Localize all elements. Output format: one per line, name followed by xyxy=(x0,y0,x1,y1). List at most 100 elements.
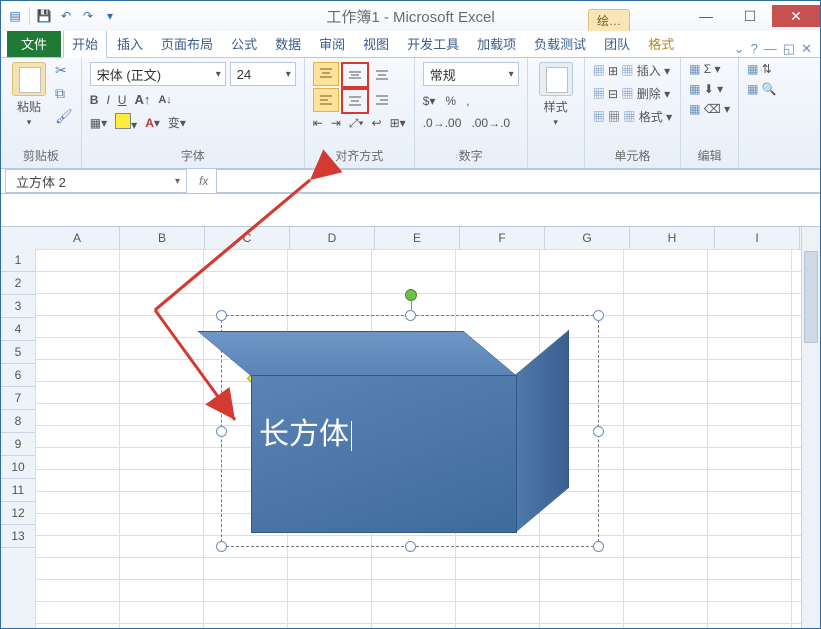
tab-formulas[interactable]: 公式 xyxy=(223,30,265,57)
underline-button[interactable]: U xyxy=(118,93,127,107)
wrap-text-icon[interactable]: ↩ xyxy=(372,116,382,131)
tab-data[interactable]: 数据 xyxy=(267,30,309,57)
bold-button[interactable]: B xyxy=(90,93,99,107)
fill-color-icon[interactable]: ▾ xyxy=(115,113,137,132)
number-format-combo[interactable]: 常规 xyxy=(423,62,519,86)
paste-button[interactable]: 粘贴 ▾ xyxy=(9,62,49,128)
close-button[interactable]: ✕ xyxy=(772,5,820,27)
row-header[interactable]: 13 xyxy=(1,525,35,548)
format-cells-button[interactable]: ▦ 格式 ▾ xyxy=(593,108,672,125)
align-left-button[interactable] xyxy=(313,88,339,112)
row-header[interactable]: 4 xyxy=(1,318,35,341)
tab-loadtest[interactable]: 负载测试 xyxy=(526,30,594,57)
tab-team[interactable]: 团队 xyxy=(596,30,638,57)
resize-handle[interactable] xyxy=(216,310,227,321)
tab-format[interactable]: 格式 xyxy=(640,30,682,57)
tab-addins[interactable]: 加载项 xyxy=(469,30,524,57)
formula-input[interactable] xyxy=(216,169,820,193)
fx-icon[interactable]: fx xyxy=(191,174,216,188)
align-middle-button[interactable] xyxy=(341,62,369,88)
qat-customize-icon[interactable]: ▾ xyxy=(102,8,118,24)
col-header[interactable]: B xyxy=(120,227,205,249)
resize-handle[interactable] xyxy=(593,541,604,552)
align-bottom-button[interactable] xyxy=(369,62,395,86)
select-all-corner[interactable] xyxy=(1,227,36,250)
row-header[interactable]: 1 xyxy=(1,249,35,272)
copy-icon[interactable]: ⧉ xyxy=(55,85,73,102)
tab-review[interactable]: 审阅 xyxy=(311,30,353,57)
fill-icon[interactable]: ⬇ ▾ xyxy=(689,82,730,96)
minimize-button[interactable]: — xyxy=(684,5,728,27)
tab-view[interactable]: 视图 xyxy=(355,30,397,57)
comma-style-icon[interactable]: , xyxy=(466,94,469,108)
cell-styles-button[interactable]: 样式 ▾ xyxy=(536,62,576,128)
mdi-close-icon[interactable]: ✕ xyxy=(801,41,812,57)
col-header[interactable]: H xyxy=(630,227,715,249)
orientation-icon[interactable]: ⤢▾ xyxy=(349,116,364,131)
help-icon[interactable]: ? xyxy=(751,41,758,57)
format-painter-icon[interactable]: 🖌 xyxy=(55,108,73,125)
borders-icon[interactable]: ▦▾ xyxy=(90,116,107,130)
decrease-indent-icon[interactable]: ⇤ xyxy=(313,116,323,131)
row-header[interactable]: 10 xyxy=(1,456,35,479)
font-color-icon[interactable]: A▾ xyxy=(145,116,160,130)
tab-insert[interactable]: 插入 xyxy=(109,30,151,57)
decrease-decimal-icon[interactable]: .00→.0 xyxy=(471,116,510,130)
font-name-combo[interactable]: 宋体 (正文) xyxy=(90,62,226,86)
mdi-restore-icon[interactable]: ◱ xyxy=(783,41,795,57)
accounting-format-icon[interactable]: $▾ xyxy=(423,94,436,108)
col-header[interactable]: A xyxy=(35,227,120,249)
resize-handle[interactable] xyxy=(216,426,227,437)
col-header[interactable]: I xyxy=(715,227,800,249)
row-header[interactable]: 5 xyxy=(1,341,35,364)
worksheet[interactable]: A B C D E F G H I 1 2 3 4 5 6 7 8 9 10 1… xyxy=(1,227,820,628)
font-size-combo[interactable]: 24 xyxy=(230,62,296,86)
align-center-button[interactable] xyxy=(341,88,369,114)
contextual-tab-drawing[interactable]: 绘… xyxy=(588,1,630,31)
shape-cuboid[interactable]: 长方体 xyxy=(221,315,599,547)
increase-font-icon[interactable]: A↑ xyxy=(134,92,150,107)
row-header[interactable]: 8 xyxy=(1,410,35,433)
insert-cells-button[interactable]: ⊞ 插入 ▾ xyxy=(593,62,672,79)
shape-text[interactable]: 长方体 xyxy=(259,409,352,453)
sort-filter-icon[interactable]: ⇅ xyxy=(747,62,777,76)
redo-icon[interactable]: ↷ xyxy=(80,8,96,24)
delete-cells-button[interactable]: ⊟ 删除 ▾ xyxy=(593,85,672,102)
mdi-minimize-icon[interactable]: — xyxy=(764,41,777,57)
row-header[interactable]: 11 xyxy=(1,479,35,502)
find-select-icon[interactable]: 🔍 xyxy=(747,82,777,96)
rotation-handle[interactable] xyxy=(405,289,417,301)
scrollbar-thumb[interactable] xyxy=(804,251,818,343)
percent-icon[interactable]: % xyxy=(445,94,456,108)
row-header[interactable]: 9 xyxy=(1,433,35,456)
save-icon[interactable]: 💾 xyxy=(36,8,52,24)
cells-area[interactable]: 长方体 xyxy=(35,249,802,628)
maximize-button[interactable]: ☐ xyxy=(728,5,772,27)
italic-button[interactable]: I xyxy=(106,93,109,107)
vertical-scrollbar[interactable] xyxy=(801,227,820,628)
tab-developer[interactable]: 开发工具 xyxy=(399,30,467,57)
autosum-icon[interactable]: Σ ▾ xyxy=(689,62,730,76)
resize-handle[interactable] xyxy=(593,426,604,437)
col-header[interactable]: E xyxy=(375,227,460,249)
resize-handle[interactable] xyxy=(405,541,416,552)
increase-decimal-icon[interactable]: .0→.00 xyxy=(423,116,462,130)
col-header[interactable]: G xyxy=(545,227,630,249)
tab-page-layout[interactable]: 页面布局 xyxy=(153,30,221,57)
phonetic-icon[interactable]: 变▾ xyxy=(168,114,186,131)
column-headers[interactable]: A B C D E F G H I xyxy=(35,227,802,250)
align-top-button[interactable] xyxy=(313,62,339,86)
col-header[interactable]: F xyxy=(460,227,545,249)
tab-file[interactable]: 文件 xyxy=(7,30,61,57)
cut-icon[interactable]: ✂ xyxy=(55,62,73,79)
resize-handle[interactable] xyxy=(216,541,227,552)
name-box[interactable]: 立方体 2 xyxy=(5,169,187,193)
row-headers[interactable]: 1 2 3 4 5 6 7 8 9 10 11 12 13 xyxy=(1,249,36,628)
col-header[interactable]: D xyxy=(290,227,375,249)
tab-home[interactable]: 开始 xyxy=(63,29,107,58)
clear-icon[interactable]: ⌫ ▾ xyxy=(689,102,730,116)
row-header[interactable]: 7 xyxy=(1,387,35,410)
merge-center-icon[interactable]: ⊞▾ xyxy=(390,116,406,131)
ribbon-minimize-icon[interactable]: ⌄ xyxy=(734,41,745,57)
align-right-button[interactable] xyxy=(369,88,395,112)
